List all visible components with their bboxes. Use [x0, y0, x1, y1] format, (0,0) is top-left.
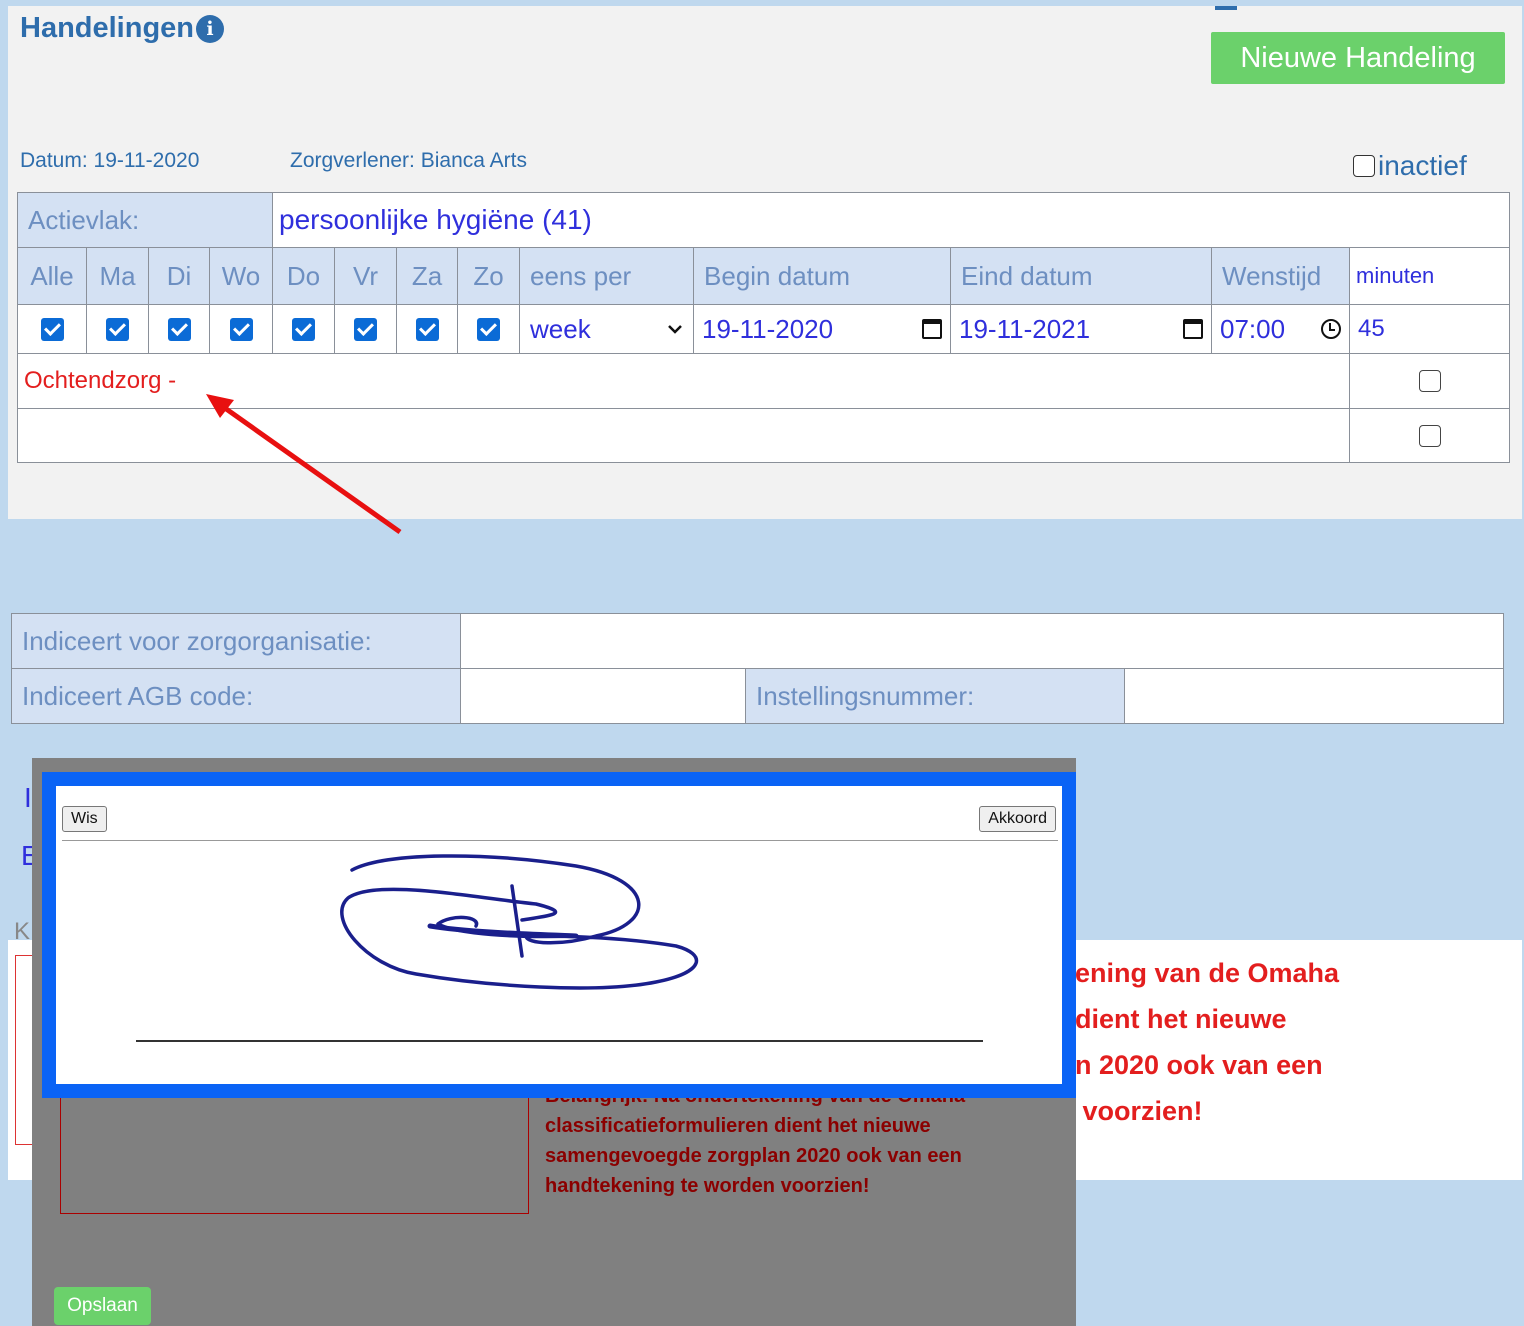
- minuten-header: minuten: [1349, 247, 1511, 305]
- background-warning-text: ening van de Omaha dient het nieuwe n 20…: [1075, 958, 1340, 1126]
- day-header-zo: Zo: [457, 247, 521, 305]
- section-title: Handelingen i: [20, 12, 225, 45]
- checkbox-checked[interactable]: [415, 317, 439, 341]
- calendar-icon[interactable]: [922, 319, 943, 339]
- agb-code-label: Indiceert AGB code:: [11, 668, 461, 724]
- chevron-down-icon: [668, 325, 682, 334]
- day-checkbox-vr[interactable]: [334, 304, 398, 354]
- save-button[interactable]: Opslaan: [54, 1287, 151, 1325]
- agb-code-field[interactable]: [460, 668, 746, 724]
- begin-datum-value: 19-11-2020: [702, 313, 834, 344]
- eens-per-header: eens per: [519, 247, 695, 305]
- signature-line: [136, 1040, 983, 1042]
- zorgverlener-value: Bianca Arts: [420, 149, 527, 172]
- day-header-wo: Wo: [208, 247, 274, 305]
- day-header-za: Za: [396, 247, 459, 305]
- section-title-text: Handelingen: [20, 12, 195, 44]
- datum-meta: Datum: 19-11-2020: [20, 149, 199, 173]
- zorgverlener-meta: Zorgverlener: Bianca Arts: [290, 149, 527, 173]
- checkbox-checked[interactable]: [229, 317, 253, 341]
- day-checkbox-wo[interactable]: [208, 304, 274, 354]
- eens-per-select[interactable]: week: [519, 304, 695, 354]
- wenstijd-input[interactable]: 07:00: [1211, 304, 1351, 354]
- day-checkbox-do[interactable]: [272, 304, 336, 354]
- actievlak-value[interactable]: persoonlijke hygiëne (41): [272, 192, 1511, 248]
- zorgorganisatie-label: Indiceert voor zorgorganisatie:: [11, 613, 461, 669]
- day-header-vr: Vr: [334, 247, 398, 305]
- checkbox-checked[interactable]: [106, 317, 129, 341]
- day-header-di: Di: [148, 247, 210, 305]
- eens-per-value: week: [530, 313, 591, 344]
- eind-datum-value: 19-11-2021: [959, 313, 1091, 344]
- day-checkbox-alle[interactable]: [17, 304, 87, 354]
- calendar-icon[interactable]: [1183, 319, 1204, 339]
- instellingsnummer-label: Instellingsnummer:: [745, 668, 1125, 724]
- eind-datum-header: Eind datum: [950, 247, 1213, 305]
- minuten-input[interactable]: 45: [1349, 304, 1511, 354]
- signature-notice: Belangrijk: Na ondertekening van de Omah…: [545, 1085, 965, 1197]
- zorgverlener-label: Zorgverlener:: [290, 149, 415, 172]
- indicatie-table: Indiceert voor zorgorganisatie: Indiceer…: [11, 613, 1505, 724]
- hidden-fragment-k: K: [14, 918, 31, 945]
- day-header-alle: Alle: [17, 247, 87, 305]
- day-checkbox-ma[interactable]: [86, 304, 149, 354]
- day-checkbox-zo[interactable]: [457, 304, 521, 354]
- checkbox-checked[interactable]: [354, 317, 378, 341]
- datum-label: Datum:: [20, 149, 88, 172]
- begin-datum-header: Begin datum: [693, 247, 952, 305]
- begin-datum-input[interactable]: 19-11-2020: [693, 304, 952, 354]
- row-checkbox-2[interactable]: [1349, 408, 1511, 463]
- top-stub: [1215, 6, 1237, 10]
- new-handeling-button[interactable]: Nieuwe Handeling: [1211, 32, 1505, 84]
- day-header-ma: Ma: [86, 247, 149, 305]
- row-checkbox-1[interactable]: [1349, 353, 1511, 409]
- signature-pad[interactable]: Wis Akkoord: [42, 772, 1076, 1098]
- inactief-label: inactief: [1378, 150, 1467, 181]
- info-icon[interactable]: i: [196, 14, 225, 43]
- clock-icon[interactable]: [1321, 319, 1342, 339]
- eind-datum-input[interactable]: 19-11-2021: [950, 304, 1213, 354]
- zorgorganisatie-field[interactable]: [459, 613, 1505, 669]
- inactief-checkbox[interactable]: [1353, 155, 1375, 177]
- checkbox-unchecked[interactable]: [1418, 370, 1441, 392]
- day-checkbox-za[interactable]: [396, 304, 459, 354]
- checkbox-checked[interactable]: [167, 317, 191, 341]
- signature-image-frame: [60, 1088, 529, 1214]
- wenstijd-header: Wenstijd: [1211, 247, 1351, 305]
- checkbox-checked[interactable]: [40, 317, 64, 341]
- inactief-toggle[interactable]: inactief: [1353, 150, 1467, 182]
- wenstijd-value: 07:00: [1220, 313, 1286, 344]
- checkbox-unchecked[interactable]: [1418, 424, 1441, 447]
- hidden-fragment-h: I: [24, 782, 32, 813]
- instellingsnummer-field[interactable]: [1123, 668, 1505, 724]
- datum-value: 19-11-2020: [93, 149, 200, 172]
- annotation-arrow: [206, 394, 402, 535]
- actievlak-label: Actievlak:: [16, 192, 274, 248]
- day-header-do: Do: [272, 247, 336, 305]
- day-checkbox-di[interactable]: [148, 304, 210, 354]
- checkbox-checked[interactable]: [292, 317, 316, 341]
- checkbox-checked[interactable]: [477, 317, 501, 341]
